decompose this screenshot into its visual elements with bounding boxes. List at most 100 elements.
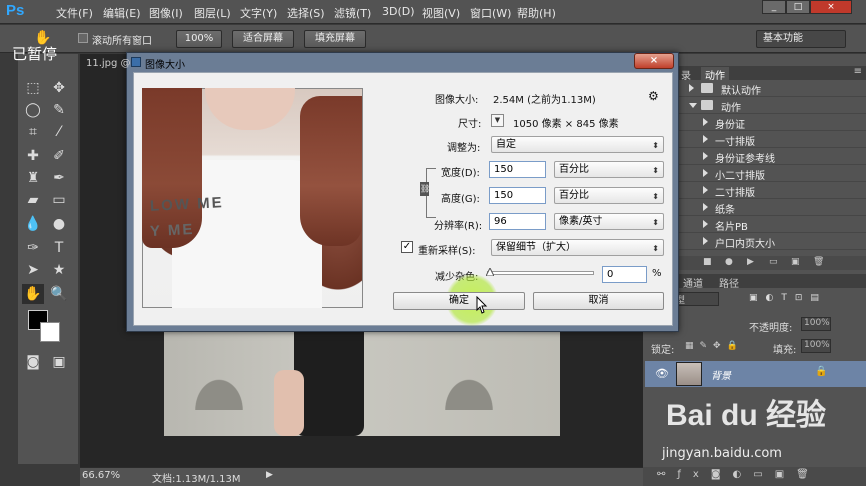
settings-gear-icon[interactable]: ⚙ — [648, 89, 659, 103]
menu-file[interactable]: 文件(F) — [56, 5, 93, 21]
dialog-app-icon — [131, 57, 141, 67]
options-bar: ✋ 滚动所有窗口 100% 适合屏幕 填充屏幕 基本功能 — [0, 25, 866, 53]
height-unit-select[interactable]: 百分比 ⬍ — [554, 187, 664, 204]
quick-mask-icon[interactable]: ◙ — [22, 352, 44, 372]
menu-help[interactable]: 帮助(H) — [517, 5, 556, 21]
constrain-link-icon[interactable]: ⛓ — [420, 182, 430, 196]
expand-arrow-icon[interactable] — [703, 169, 708, 177]
resolution-input[interactable]: 96 — [489, 213, 546, 230]
new-action-icon[interactable]: ▣ — [791, 257, 800, 267]
status-menu-arrow-icon[interactable]: ▶ — [266, 470, 273, 480]
healing-tool-icon[interactable]: ✚ — [22, 146, 44, 166]
text-tool-icon[interactable]: T — [48, 238, 70, 258]
resample-checkbox[interactable]: ✓ — [401, 241, 413, 253]
eyedropper-tool-icon[interactable]: ⁄ — [48, 122, 70, 142]
folder-icon — [701, 83, 713, 93]
trash-icon[interactable]: 🗑 — [813, 257, 824, 267]
gradient-tool-icon[interactable]: ▭ — [48, 190, 70, 210]
menu-layer[interactable]: 图层(L) — [194, 5, 231, 21]
menu-edit[interactable]: 编辑(E) — [103, 5, 141, 21]
stop-icon[interactable]: ■ — [703, 257, 712, 267]
lock-icons[interactable]: ▦✎✥🔒 — [685, 341, 744, 351]
crop-tool-icon[interactable]: ⌗ — [22, 122, 44, 142]
reduce-noise-slider[interactable] — [487, 271, 594, 275]
document-tab[interactable]: 11.jpg @ — [86, 58, 131, 69]
layer-footer-icons[interactable]: ⚯ƒx◙◐▭▣🗑 — [657, 469, 821, 480]
tab-actions[interactable]: 动作 — [701, 67, 729, 82]
lasso-tool-icon[interactable]: ◯ — [22, 100, 44, 120]
screen-mode-icon[interactable]: ▣ — [48, 352, 70, 372]
maximize-button[interactable]: □ — [786, 0, 810, 14]
document-image[interactable] — [164, 330, 560, 436]
menu-3d[interactable]: 3D(D) — [382, 5, 415, 18]
scroll-all-checkbox[interactable] — [78, 33, 88, 43]
scroll-all-label: 滚动所有窗口 — [92, 36, 152, 47]
visibility-eye-icon[interactable]: 👁 — [655, 367, 669, 380]
close-app-button[interactable]: × — [810, 0, 852, 14]
expand-arrow-icon[interactable] — [703, 152, 708, 160]
dimensions-value: 1050 像素 × 845 像素 — [513, 119, 619, 130]
menu-select[interactable]: 选择(S) — [287, 5, 325, 21]
ok-button[interactable]: 确定 — [393, 292, 525, 310]
shape-tool-icon[interactable]: ★ — [48, 260, 70, 280]
expand-arrow-icon[interactable] — [689, 84, 694, 92]
expand-arrow-icon[interactable] — [703, 186, 708, 194]
zoom-tool-icon[interactable]: 🔍 — [48, 284, 70, 304]
resolution-unit-select[interactable]: 像素/英寸 ⬍ — [554, 213, 664, 230]
slider-thumb-icon[interactable] — [486, 268, 494, 276]
stamp-tool-icon[interactable]: ♜ — [22, 168, 44, 188]
history-brush-icon[interactable]: ✒ — [48, 168, 70, 188]
opacity-field[interactable]: 100% — [801, 317, 831, 331]
dialog-close-button[interactable]: × — [634, 53, 674, 69]
menu-type[interactable]: 文字(Y) — [240, 5, 277, 21]
tab-history[interactable]: 录 — [677, 67, 695, 82]
menu-filter[interactable]: 滤镜(T) — [334, 5, 371, 21]
zoom-level[interactable]: 66.67% — [82, 470, 120, 481]
fill-field[interactable]: 100% — [801, 339, 831, 353]
menu-view[interactable]: 视图(V) — [422, 5, 460, 21]
tab-channels[interactable]: 通道 — [679, 275, 707, 290]
height-input[interactable]: 150 — [489, 187, 546, 204]
play-icon[interactable]: ▶ — [747, 257, 754, 267]
layer-thumbnail[interactable] — [676, 362, 702, 386]
eraser-tool-icon[interactable]: ▰ — [22, 190, 44, 210]
select-arrows-icon: ⬍ — [652, 141, 659, 150]
menu-image[interactable]: 图像(I) — [149, 5, 183, 21]
dimensions-unit-dropdown-icon[interactable]: ▼ — [491, 114, 504, 127]
resample-method-select[interactable]: 保留细节（扩大） ⬍ — [491, 239, 664, 256]
path-select-icon[interactable]: ➤ — [22, 260, 44, 280]
panel-menu-icon[interactable]: ≡ — [854, 66, 862, 77]
workspace-select[interactable]: 基本功能 — [756, 30, 846, 48]
expand-arrow-icon[interactable] — [703, 203, 708, 211]
menu-window[interactable]: 窗口(W) — [470, 5, 511, 21]
zoom-100-button[interactable]: 100% — [176, 30, 222, 48]
blur-tool-icon[interactable]: 💧 — [22, 214, 44, 234]
minimize-button[interactable]: _ — [762, 0, 786, 14]
reduce-noise-input[interactable]: 0 — [602, 266, 647, 283]
width-input[interactable]: 150 — [489, 161, 546, 178]
record-icon[interactable]: ● — [725, 257, 733, 267]
layer-name[interactable]: 背景 — [711, 367, 731, 382]
background-color-swatch[interactable] — [40, 322, 60, 342]
collapse-arrow-icon[interactable] — [689, 103, 697, 108]
hand-tool-icon[interactable]: ✋ — [22, 284, 44, 304]
brush-tool-icon[interactable]: ✐ — [48, 146, 70, 166]
quick-select-tool-icon[interactable]: ✎ — [48, 100, 70, 120]
expand-arrow-icon[interactable] — [703, 220, 708, 228]
expand-arrow-icon[interactable] — [703, 135, 708, 143]
new-set-icon[interactable]: ▭ — [769, 257, 778, 267]
fit-screen-button[interactable]: 适合屏幕 — [232, 30, 294, 48]
fit-to-select[interactable]: 自定 ⬍ — [491, 136, 664, 153]
layer-filter-icons[interactable]: ▣◐T⊡▤ — [749, 293, 827, 303]
pen-tool-icon[interactable]: ✑ — [22, 238, 44, 258]
expand-arrow-icon[interactable] — [703, 237, 708, 245]
width-unit-select[interactable]: 百分比 ⬍ — [554, 161, 664, 178]
fill-screen-button[interactable]: 填充屏幕 — [304, 30, 366, 48]
tab-paths[interactable]: 路径 — [715, 275, 743, 290]
dodge-tool-icon[interactable]: ● — [48, 214, 70, 234]
move-tool-icon[interactable]: ✥ — [48, 78, 70, 98]
cancel-button[interactable]: 取消 — [533, 292, 664, 310]
dimensions-label: 尺寸: — [458, 119, 482, 130]
marquee-tool-icon[interactable]: ⬚ — [22, 78, 44, 98]
expand-arrow-icon[interactable] — [703, 118, 708, 126]
